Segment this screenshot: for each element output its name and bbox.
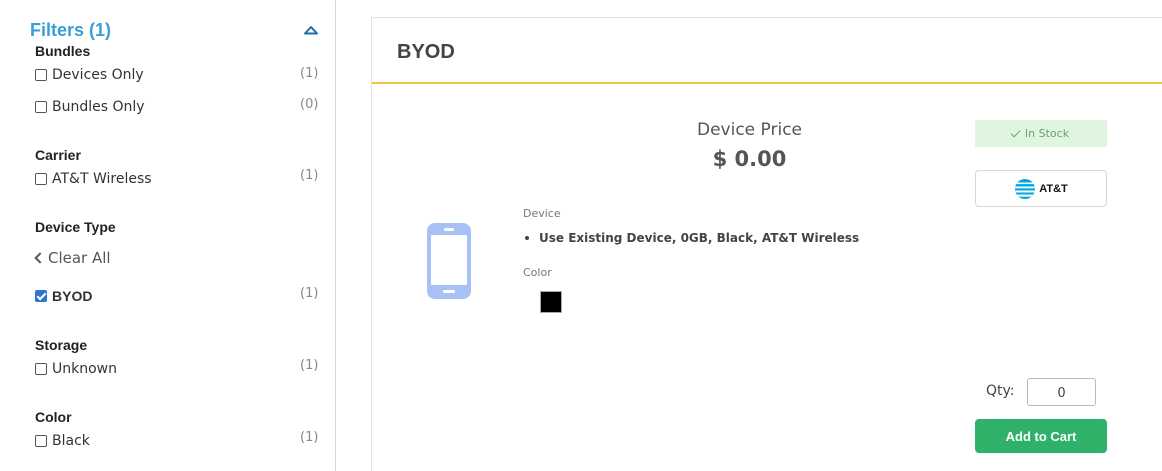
filter-option-unknown[interactable]: Unknown bbox=[35, 360, 117, 378]
product-title: BYOD bbox=[397, 41, 455, 63]
section-title-device-type: Device Type bbox=[35, 219, 116, 235]
filters-sidebar: Filters (1) Bundles Devices Only (1) Bun… bbox=[0, 0, 336, 471]
color-label: Color bbox=[523, 266, 552, 279]
section-title-bundles: Bundles bbox=[35, 43, 91, 59]
product-card: BYOD Device Price $ 0.00 Device Use Exis… bbox=[371, 17, 1162, 471]
quantity-input[interactable] bbox=[1027, 378, 1096, 406]
section-title-storage: Storage bbox=[35, 337, 88, 353]
filter-count: (1) bbox=[300, 66, 319, 81]
device-description-text: Use Existing Device, 0GB, Black, AT&T Wi… bbox=[539, 231, 860, 245]
filter-count: (1) bbox=[300, 430, 319, 445]
checkbox-checked[interactable] bbox=[35, 290, 47, 302]
checkbox[interactable] bbox=[35, 435, 47, 447]
carrier-logo: AT&T bbox=[975, 170, 1107, 207]
device-price-value: $ 0.00 bbox=[712, 147, 787, 171]
filter-option-black[interactable]: Black bbox=[35, 432, 90, 450]
bullet-icon bbox=[525, 236, 529, 240]
section-title-color: Color bbox=[35, 409, 72, 425]
filter-option-label: Devices Only bbox=[52, 67, 144, 83]
device-price-label: Device Price bbox=[696, 120, 802, 140]
color-swatch-black[interactable] bbox=[540, 291, 562, 313]
stock-status-badge: In Stock bbox=[975, 120, 1107, 147]
stock-status-text: In Stock bbox=[1024, 127, 1070, 140]
device-description: Use Existing Device, 0GB, Black, AT&T Wi… bbox=[525, 231, 859, 245]
filter-count: (1) bbox=[300, 286, 319, 301]
checkmark-icon bbox=[1010, 127, 1021, 137]
quantity-label: Qty: bbox=[986, 383, 1015, 399]
filter-option-att-wireless[interactable]: AT&T Wireless bbox=[35, 170, 152, 188]
checkbox[interactable] bbox=[35, 173, 47, 185]
clear-all-label: Clear All bbox=[48, 249, 111, 267]
filter-option-label: AT&T Wireless bbox=[52, 171, 152, 187]
carrier-logo-text: AT&T bbox=[1039, 182, 1068, 195]
filter-option-label: Unknown bbox=[52, 361, 117, 377]
filter-option-byod[interactable]: BYOD bbox=[35, 287, 92, 305]
filter-option-devices-only[interactable]: Devices Only bbox=[35, 66, 144, 84]
filter-count: (1) bbox=[300, 168, 319, 183]
chevron-up-icon[interactable] bbox=[304, 25, 318, 35]
section-title-carrier: Carrier bbox=[35, 147, 81, 163]
filter-option-bundles-only[interactable]: Bundles Only bbox=[35, 98, 145, 116]
smartphone-icon bbox=[427, 223, 471, 299]
product-card-header: BYOD bbox=[372, 18, 1162, 84]
device-label: Device bbox=[523, 207, 561, 220]
filter-option-label: Bundles Only bbox=[52, 99, 145, 115]
clear-all-link[interactable]: Clear All bbox=[34, 249, 111, 267]
att-globe-icon bbox=[1015, 178, 1036, 199]
add-to-cart-button[interactable]: Add to Cart bbox=[975, 419, 1107, 453]
filter-option-label: BYOD bbox=[52, 288, 93, 304]
filter-count: (0) bbox=[300, 97, 319, 112]
filter-option-label: Black bbox=[52, 433, 90, 449]
filters-title: Filters (1) bbox=[30, 20, 112, 40]
chevron-left-icon bbox=[34, 252, 46, 264]
checkbox[interactable] bbox=[35, 363, 47, 375]
checkbox[interactable] bbox=[35, 69, 47, 81]
filter-count: (1) bbox=[300, 358, 319, 373]
checkbox[interactable] bbox=[35, 101, 47, 113]
